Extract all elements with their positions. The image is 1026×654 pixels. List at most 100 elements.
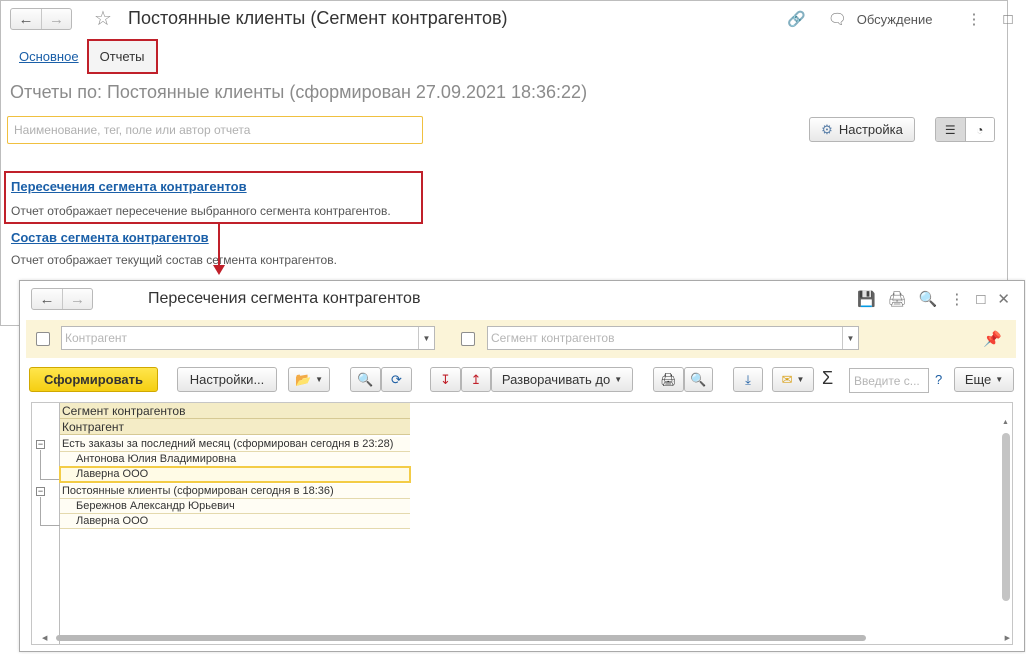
report-search-input[interactable]: Наименование, тег, поле или автор отчета (7, 116, 423, 144)
callout-arrow-head (213, 265, 225, 275)
table-row-selected[interactable]: Лаверна ООО (59, 466, 411, 483)
scroll-left-icon[interactable]: ◀ (42, 634, 47, 642)
vertical-scrollbar[interactable]: ▲ (1002, 419, 1010, 625)
sum-icon[interactable]: Σ (822, 368, 833, 389)
tab-main[interactable]: Основное (19, 49, 79, 64)
tree-line (40, 525, 60, 526)
horizontal-scrollbar[interactable]: ◀ ▶ (42, 633, 1010, 643)
more-button[interactable]: Еще ▼ (954, 367, 1014, 392)
report-description: Отчет отображает пересечение выбранного … (11, 204, 391, 218)
envelope-icon: ✉ (781, 371, 793, 387)
settings-button[interactable]: Настройки... (177, 367, 277, 392)
report-description: Отчет отображает текущий состав сегмента… (11, 253, 337, 267)
callout-arrow-line (218, 223, 220, 267)
table-row[interactable]: Бережнов Александр Юрьевич (60, 499, 410, 514)
preview-button[interactable]: 🔍 (684, 367, 713, 392)
chevron-down-icon: ▼ (995, 375, 1004, 384)
report-window: ← → Пересечения сегмента контрагентов 💾 … (19, 280, 1025, 652)
report-link-composition[interactable]: Состав сегмента контрагентов (11, 230, 209, 245)
more-vertical-icon[interactable]: ⋮ (949, 290, 964, 308)
forward-arrow-icon[interactable]: → (62, 289, 92, 309)
window-toolbar: 🔗 🗨 Обсуждение ⋮ □ ✕ (787, 10, 1026, 29)
favorite-star-icon[interactable]: ☆ (94, 6, 112, 31)
pin-icon[interactable]: 📌 (983, 330, 1002, 348)
back-arrow-icon[interactable]: ← (11, 9, 41, 29)
more-button-label: Еще (964, 372, 992, 387)
settings-button-label: Настройка (838, 122, 903, 137)
preview-icon: 🔍 (690, 371, 707, 387)
group-row[interactable]: Постоянные клиенты (сформирован сегодня … (60, 484, 410, 499)
discussion-icon[interactable]: 🗨 (828, 10, 847, 28)
sort-desc-icon: ↧ (440, 371, 451, 387)
chevron-down-icon: ▼ (614, 375, 623, 384)
nav-buttons: ← → (31, 288, 93, 310)
download-button[interactable]: ⤓ (733, 367, 763, 392)
scroll-up-icon[interactable]: ▲ (1002, 419, 1009, 426)
expand-to-dropdown[interactable]: Разворачивать до ▼ (491, 367, 633, 392)
print-icon[interactable]: 🖨 (888, 290, 907, 308)
expand-button[interactable]: ↥ (461, 367, 491, 392)
collapse-button[interactable]: ↧ (430, 367, 461, 392)
list-view-icon[interactable]: ☰ (936, 118, 965, 141)
scroll-right-icon[interactable]: ▶ (1005, 634, 1010, 642)
tree-line (40, 450, 41, 479)
counterparty-placeholder: Контрагент (65, 331, 128, 345)
discussion-button[interactable]: Обсуждение (857, 12, 933, 27)
view-toggle[interactable]: ☰ ◔ (935, 117, 995, 142)
chart-view-icon[interactable]: ◔ (964, 118, 994, 141)
window-title: Пересечения сегмента контрагентов (148, 290, 421, 307)
maximize-icon[interactable]: □ (1003, 11, 1012, 28)
variants-button[interactable]: 📂 ▼ (288, 367, 330, 392)
settings-icon: ⚙ (821, 121, 833, 137)
email-button[interactable]: ✉ ▼ (772, 367, 814, 392)
help-button[interactable]: ? (935, 372, 942, 387)
counterparty-combo[interactable]: Контрагент ▼ (61, 326, 435, 350)
group-row[interactable]: Есть заказы за последний месяц (сформиро… (60, 437, 410, 452)
horizontal-scroll-thumb[interactable] (56, 635, 866, 641)
table-row[interactable]: Лаверна ООО (60, 514, 410, 529)
tab-reports[interactable]: Отчеты (86, 39, 158, 74)
nav-buttons: ← → (10, 8, 72, 30)
download-icon: ⤓ (745, 371, 751, 387)
find-next-button[interactable]: ⟳ (381, 367, 412, 392)
report-link-intersections[interactable]: Пересечения сегмента контрагентов (11, 179, 247, 194)
link-icon[interactable]: 🔗 (787, 10, 806, 28)
more-vertical-icon[interactable]: ⋮ (966, 10, 981, 28)
preview-icon[interactable]: 🔍 (919, 290, 938, 308)
save-icon[interactable]: 💾 (857, 290, 876, 308)
folder-icon: 📂 (294, 371, 312, 387)
segment-combo[interactable]: Сегмент контрагентов ▼ (487, 326, 859, 350)
chevron-down-icon: ▼ (796, 375, 805, 384)
grid-header-counterparty: Контрагент (60, 419, 410, 435)
filter-bar: Контрагент ▼ Сегмент контрагентов ▼ 📌 (26, 320, 1016, 358)
table-row[interactable]: Антонова Юлия Владимировна (60, 452, 410, 467)
print-button[interactable]: 🖨 (653, 367, 684, 392)
close-icon[interactable]: ✕ (997, 290, 1010, 308)
chevron-down-icon[interactable]: ▼ (842, 327, 858, 349)
chevron-down-icon: ▼ (315, 375, 324, 384)
grid-header-segment: Сегмент контрагентов (60, 403, 410, 419)
forward-arrow-icon[interactable]: → (41, 9, 71, 29)
counterparty-checkbox[interactable] (36, 332, 50, 346)
find-button[interactable]: 🔍 (350, 367, 381, 392)
collapse-group-icon[interactable]: − (36, 440, 45, 449)
segment-checkbox[interactable] (461, 332, 475, 346)
expand-to-label: Разворачивать до (501, 372, 611, 387)
tree-line (40, 497, 41, 525)
reports-heading: Отчеты по: Постоянные клиенты (сформиров… (10, 82, 588, 102)
window-title: Постоянные клиенты (Сегмент контрагентов… (128, 8, 508, 28)
window-toolbar: 💾 🖨 🔍 ⋮ □ ✕ (857, 290, 1010, 309)
grid-search-input[interactable]: Введите с... (849, 368, 929, 393)
collapse-group-icon[interactable]: − (36, 487, 45, 496)
generate-button[interactable]: Сформировать (29, 367, 158, 392)
segment-placeholder: Сегмент контрагентов (491, 331, 615, 345)
print-icon: 🖨 (660, 371, 677, 387)
vertical-scroll-thumb[interactable] (1002, 433, 1010, 601)
settings-button[interactable]: ⚙ Настройка (809, 117, 915, 142)
back-arrow-icon[interactable]: ← (32, 289, 62, 309)
chevron-down-icon[interactable]: ▼ (418, 327, 434, 349)
report-grid[interactable]: Сегмент контрагентов Контрагент − Есть з… (31, 402, 1013, 645)
search-icon: 🔍 (357, 371, 374, 387)
sort-asc-icon: ↥ (470, 371, 482, 387)
maximize-icon[interactable]: □ (976, 291, 985, 308)
